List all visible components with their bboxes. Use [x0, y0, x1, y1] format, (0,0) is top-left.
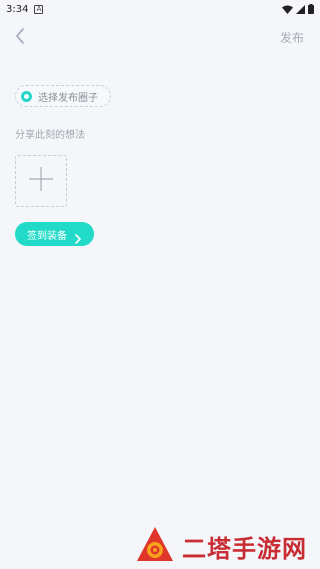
battery-icon	[308, 4, 314, 17]
status-bar: 3:34 A	[0, 0, 320, 18]
sign-in-equipment-label: 签到装备	[27, 230, 67, 242]
wifi-icon	[282, 5, 293, 17]
thoughts-placeholder: 分享此刻的想法	[15, 130, 85, 141]
chevron-left-icon	[15, 28, 25, 48]
watermark-logo-icon	[136, 526, 174, 566]
signal-icon	[296, 4, 305, 17]
circle-radio-icon	[21, 90, 32, 102]
status-time: 3:34	[6, 3, 29, 15]
app-bar: 发布	[0, 18, 320, 58]
select-circle-button[interactable]: 选择发布圈子	[15, 85, 111, 107]
chevron-right-icon	[73, 229, 83, 244]
publish-button[interactable]: 发布	[280, 29, 304, 46]
notification-icon: A	[34, 4, 44, 14]
watermark: 二塔手游网	[136, 527, 307, 565]
select-circle-label: 选择发布圈子	[38, 92, 98, 104]
watermark-text: 二塔手游网	[182, 534, 307, 563]
add-image-button[interactable]	[15, 155, 67, 207]
status-icons	[282, 4, 314, 17]
plus-icon	[28, 166, 54, 196]
sign-in-equipment-button[interactable]: 签到装备	[15, 222, 94, 246]
back-button[interactable]	[8, 26, 32, 50]
post-editor: 选择发布圈子 分享此刻的想法 签到装备	[0, 58, 320, 569]
thoughts-input[interactable]: 分享此刻的想法	[15, 126, 305, 144]
